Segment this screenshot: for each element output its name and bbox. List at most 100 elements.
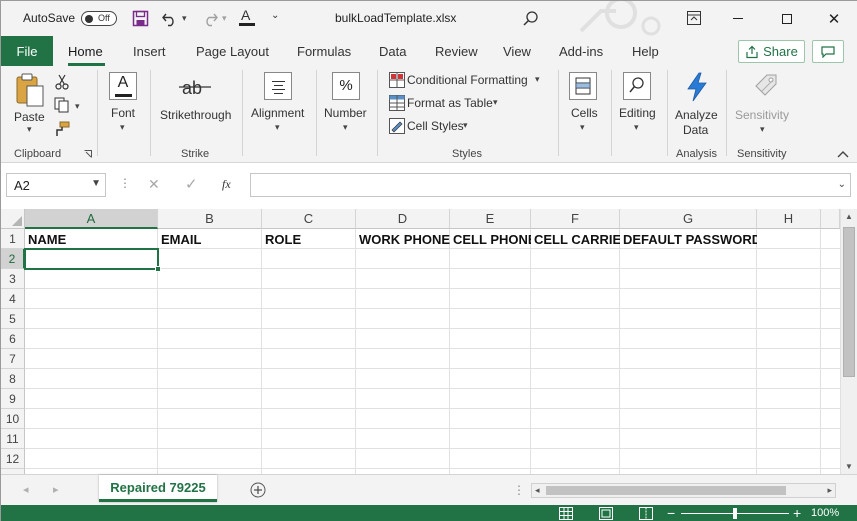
tab-home[interactable]: Home <box>68 36 103 66</box>
column-header-h[interactable]: H <box>757 209 821 229</box>
column-header-g[interactable]: G <box>620 209 757 229</box>
collapse-ribbon-icon[interactable] <box>836 149 850 159</box>
share-button[interactable]: Share <box>738 40 805 63</box>
customize-quick-access-icon[interactable]: ⌄ <box>271 10 279 21</box>
undo-dropdown-icon[interactable]: ▾ <box>182 13 187 24</box>
sheet-bar-grip-icon[interactable]: ⋮ <box>513 483 525 497</box>
format-as-table-button[interactable]: Format as Table ▾ <box>387 95 507 113</box>
row-header-12[interactable]: 12 <box>1 449 25 469</box>
save-icon[interactable] <box>132 10 149 27</box>
sensitivity-button[interactable]: Sensitivity ▾ <box>733 72 795 144</box>
page-break-preview-icon[interactable] <box>639 507 653 520</box>
row-header-7[interactable]: 7 <box>1 349 25 369</box>
next-sheet-icon[interactable]: ▸ <box>53 483 59 496</box>
tab-data[interactable]: Data <box>379 36 406 66</box>
row-header-2[interactable]: 2 <box>1 249 25 269</box>
copy-icon[interactable] <box>54 97 70 113</box>
strikethrough-button[interactable]: ab Strikethrough <box>157 72 235 134</box>
horizontal-scroll-thumb[interactable] <box>546 486 786 495</box>
column-header-f[interactable]: F <box>531 209 620 229</box>
previous-sheet-icon[interactable]: ◂ <box>23 483 29 496</box>
cell-c1[interactable]: ROLE <box>262 229 356 249</box>
tab-add-ins[interactable]: Add-ins <box>559 36 603 66</box>
row-header-10[interactable]: 10 <box>1 409 25 429</box>
tab-review[interactable]: Review <box>435 36 478 66</box>
minimize-button[interactable] <box>715 1 761 36</box>
ribbon-display-options-icon[interactable] <box>687 11 701 25</box>
fill-handle[interactable] <box>155 266 161 272</box>
row-header-11[interactable]: 11 <box>1 429 25 449</box>
column-header-d[interactable]: D <box>356 209 450 229</box>
zoom-in-icon[interactable]: + <box>793 505 801 521</box>
tab-view[interactable]: View <box>503 36 531 66</box>
cells-button[interactable]: Cells ▾ <box>567 72 601 134</box>
row-header-8[interactable]: 8 <box>1 369 25 389</box>
tab-page-layout[interactable]: Page Layout <box>196 36 269 66</box>
redo-dropdown-icon[interactable]: ▾ <box>222 13 227 24</box>
alignment-button[interactable]: Alignment ▾ <box>249 72 309 134</box>
column-header-e[interactable]: E <box>450 209 531 229</box>
expand-formula-bar-icon[interactable]: ⌄ <box>838 179 846 190</box>
analyze-data-button[interactable]: Analyze Data <box>673 72 721 144</box>
scroll-left-icon[interactable]: ◂ <box>535 485 540 496</box>
name-box-dropdown-icon[interactable]: ▼ <box>91 178 101 189</box>
dialog-launcher-icon[interactable] <box>84 150 92 158</box>
redo-icon[interactable] <box>201 10 219 27</box>
format-painter-icon[interactable] <box>54 121 70 137</box>
number-button[interactable]: % Number ▾ <box>321 72 371 134</box>
column-header-b[interactable]: B <box>158 209 262 229</box>
vertical-scroll-thumb[interactable] <box>843 227 855 377</box>
cancel-entry-icon[interactable]: ✕ <box>148 176 160 193</box>
cell-b1[interactable]: EMAIL <box>158 229 262 249</box>
autosave-toggle[interactable]: Off <box>81 11 117 26</box>
name-box[interactable]: A2 ▼ <box>6 173 106 197</box>
horizontal-scrollbar[interactable]: ◂ ▸ <box>531 483 836 498</box>
cell-a1[interactable]: NAME <box>25 229 158 249</box>
column-header-c[interactable]: C <box>262 209 356 229</box>
copy-dropdown-icon[interactable]: ▾ <box>75 101 80 112</box>
close-button[interactable]: ✕ <box>811 1 857 36</box>
normal-view-icon[interactable] <box>559 507 573 520</box>
tab-file[interactable]: File <box>1 36 53 66</box>
scroll-down-icon[interactable]: ▼ <box>845 462 853 471</box>
cell-h1[interactable] <box>757 229 821 249</box>
row-header-6[interactable]: 6 <box>1 329 25 349</box>
comments-button[interactable] <box>812 40 844 63</box>
cut-icon[interactable] <box>55 74 69 90</box>
scroll-up-icon[interactable]: ▲ <box>845 212 853 221</box>
conditional-formatting-button[interactable]: Conditional Formatting ▾ <box>387 72 547 90</box>
new-sheet-icon[interactable] <box>250 482 266 498</box>
scroll-right-icon[interactable]: ▸ <box>827 485 832 496</box>
insert-function-icon[interactable]: fx <box>222 177 231 192</box>
active-cell-a2[interactable] <box>24 248 159 270</box>
font-color-icon[interactable]: A <box>239 7 255 27</box>
cell-f1[interactable]: CELL CARRIER <box>531 229 620 249</box>
cell-g1[interactable]: DEFAULT PASSWORD <box>620 229 757 249</box>
sheet-tab-active[interactable]: Repaired 79225 <box>99 475 217 502</box>
tab-insert[interactable]: Insert <box>133 36 166 66</box>
row-header-3[interactable]: 3 <box>1 269 25 289</box>
undo-icon[interactable] <box>161 10 179 27</box>
font-button[interactable]: A Font ▾ <box>107 72 141 134</box>
row-header-1[interactable]: 1 <box>1 229 25 249</box>
cell-e1[interactable]: CELL PHONE <box>450 229 531 249</box>
cell-d1[interactable]: WORK PHONE <box>356 229 450 249</box>
zoom-slider-thumb[interactable] <box>733 508 737 519</box>
column-header-a[interactable]: A <box>25 209 158 229</box>
search-icon[interactable] <box>522 10 539 27</box>
vertical-scrollbar[interactable]: ▲ ▼ <box>840 209 857 474</box>
zoom-level[interactable]: 100% <box>811 507 839 519</box>
paste-button[interactable]: Paste ▾ <box>11 72 49 134</box>
tab-formulas[interactable]: Formulas <box>297 36 351 66</box>
row-header-9[interactable]: 9 <box>1 389 25 409</box>
cell-styles-button[interactable]: Cell Styles ▾ <box>387 118 477 136</box>
maximize-button[interactable] <box>764 1 810 36</box>
zoom-out-icon[interactable]: − <box>667 505 675 521</box>
column-header-partial[interactable] <box>821 209 840 229</box>
row-header-5[interactable]: 5 <box>1 309 25 329</box>
editing-button[interactable]: Editing ▾ <box>617 72 661 134</box>
tab-help[interactable]: Help <box>632 36 659 66</box>
page-layout-view-icon[interactable] <box>599 507 613 520</box>
confirm-entry-icon[interactable]: ✓ <box>185 175 198 193</box>
row-header-4[interactable]: 4 <box>1 289 25 309</box>
